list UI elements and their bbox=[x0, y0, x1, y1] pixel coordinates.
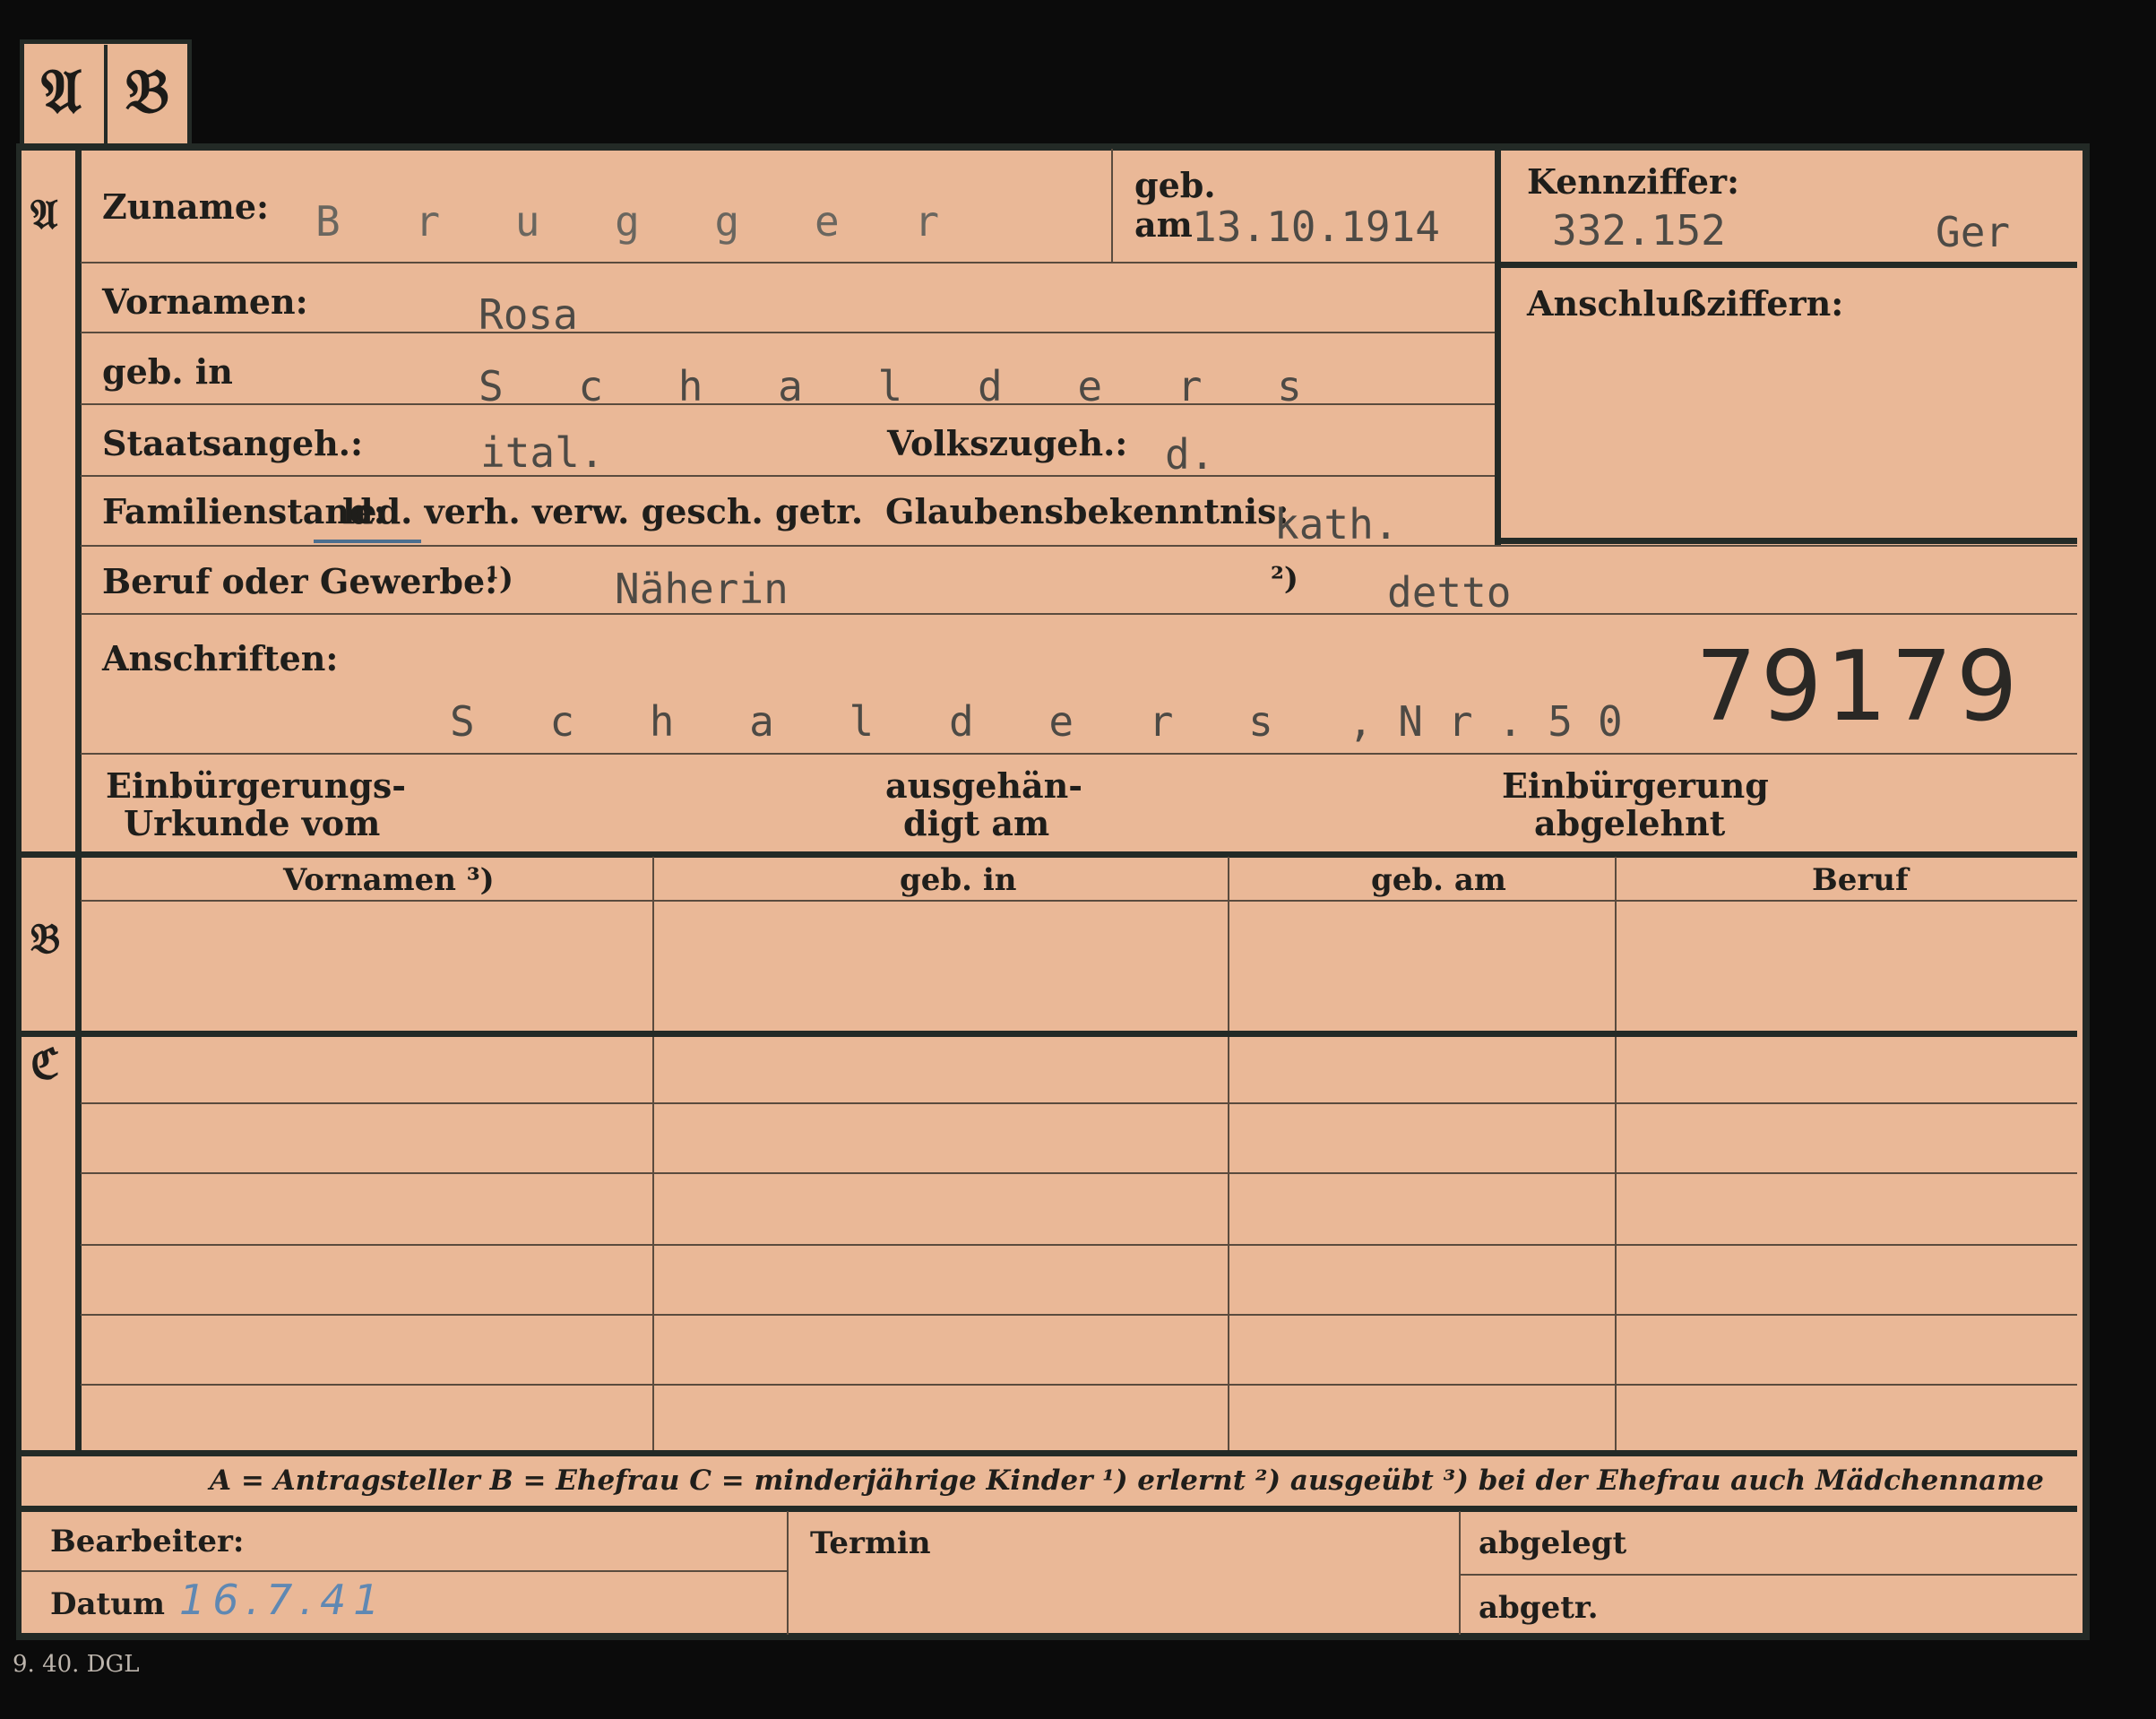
marital-status-underline bbox=[314, 540, 421, 543]
section-letter-a: 𝔄 bbox=[30, 190, 58, 238]
issued-label: ausgehän- bbox=[885, 765, 1083, 806]
occupation-value-learned: Näherin bbox=[615, 565, 789, 613]
section-divider-bc bbox=[22, 1031, 2077, 1037]
religion-value: kath. bbox=[1274, 500, 1399, 549]
first-names-label: Vornamen: bbox=[102, 281, 308, 322]
table-header-occupation: Beruf bbox=[1812, 862, 1909, 898]
row-line bbox=[81, 753, 2077, 755]
row-line bbox=[81, 332, 1495, 333]
ethnicity-value: d. bbox=[1165, 430, 1215, 479]
reference-block-divider bbox=[1495, 149, 1501, 545]
table-column-line bbox=[1615, 857, 1617, 1452]
footer-column-line bbox=[1459, 1511, 1461, 1635]
table-header-birthplace: geb. in bbox=[900, 862, 1017, 898]
section-letter-c: ℭ bbox=[30, 1040, 60, 1088]
footer-row-line bbox=[1459, 1574, 2077, 1576]
margin-divider bbox=[75, 149, 82, 1452]
reference-divider bbox=[1495, 262, 2077, 268]
section-letter-b: 𝔅 bbox=[30, 914, 61, 963]
tab-divider bbox=[104, 45, 108, 145]
child-row-line bbox=[81, 1172, 2077, 1174]
legend-top-line bbox=[22, 1450, 2077, 1456]
clerk-label: Bearbeiter: bbox=[50, 1524, 245, 1559]
ethnicity-label: Volkszugeh.: bbox=[887, 423, 1128, 463]
birth-date-label-am: am bbox=[1134, 204, 1193, 245]
marital-status-options: led. verh. verw. gesch. getr. bbox=[342, 491, 864, 531]
reference-value: 332.152 bbox=[1552, 206, 1726, 255]
footer-row-line bbox=[22, 1570, 787, 1572]
rejected-label-2: abgelehnt bbox=[1534, 803, 1726, 843]
naturalization-label-2: Urkunde vom bbox=[124, 803, 381, 843]
table-header-birth-date: geb. am bbox=[1371, 862, 1506, 898]
row-line bbox=[81, 613, 2077, 615]
naturalization-label: Einbürgerungs- bbox=[106, 765, 407, 806]
forwarded-label: abgetr. bbox=[1479, 1590, 1599, 1626]
date-label: Datum bbox=[50, 1586, 165, 1622]
surname-value: B r u g g e r bbox=[315, 197, 965, 246]
citizenship-value: ital. bbox=[480, 428, 605, 477]
connection-label: Anschlußziffern: bbox=[1527, 283, 1844, 324]
reference-label: Kennziffer: bbox=[1527, 161, 1740, 202]
table-column-line bbox=[1228, 857, 1229, 1452]
rejected-label: Einbürgerung bbox=[1502, 765, 1769, 806]
child-row-line bbox=[81, 1244, 2077, 1246]
table-column-line bbox=[652, 857, 654, 1452]
print-code: 9. 40. DGL bbox=[13, 1651, 140, 1678]
occupation-label: Beruf oder Gewerbe: bbox=[102, 561, 498, 601]
filed-label: abgelegt bbox=[1479, 1525, 1627, 1561]
section-divider-ab bbox=[22, 851, 2077, 858]
row-line bbox=[81, 545, 2077, 547]
child-row-line bbox=[81, 1314, 2077, 1316]
deadline-label: Termin bbox=[810, 1525, 931, 1561]
child-row-line bbox=[81, 1102, 2077, 1104]
occupation-value-practiced: detto bbox=[1387, 568, 1512, 617]
occupation-footnote-1: ¹) bbox=[486, 561, 513, 597]
surname-label: Zuname: bbox=[102, 186, 270, 227]
tab-letter-b: 𝔅 bbox=[125, 56, 170, 127]
birthplace-label: geb. in bbox=[102, 351, 233, 392]
date-value-handwritten: 16.7.41 bbox=[179, 1576, 387, 1624]
occupation-footnote-2: ²) bbox=[1271, 561, 1298, 597]
surname-birth-divider bbox=[1111, 149, 1113, 262]
tab-letter-a: 𝔄 bbox=[41, 56, 82, 127]
citizenship-label: Staatsangeh.: bbox=[102, 423, 364, 463]
address-label: Anschriften: bbox=[102, 638, 339, 678]
legend-bottom-line bbox=[22, 1506, 2077, 1512]
issued-label-2: digt am bbox=[903, 803, 1050, 843]
row-line bbox=[81, 475, 1495, 477]
birth-date-label: geb. bbox=[1134, 165, 1216, 205]
row-line bbox=[81, 262, 1495, 263]
handwritten-number: 79179 bbox=[1695, 631, 2022, 743]
child-row-line bbox=[81, 1384, 2077, 1386]
birth-date-value: 13.10.1914 bbox=[1192, 203, 1440, 251]
reference-block-bottom bbox=[1495, 538, 2077, 544]
birthplace-value: S c h a l d e r s bbox=[479, 362, 1327, 410]
table-header-line bbox=[81, 900, 2077, 902]
legend-text: A = Antragsteller B = Ehefrau C = minder… bbox=[210, 1464, 2044, 1497]
table-header-first-names: Vornamen ³) bbox=[283, 862, 495, 898]
religion-label: Glaubensbekenntnis: bbox=[885, 491, 1289, 531]
reference-suffix: Ger bbox=[1936, 208, 2011, 256]
footer-column-line bbox=[787, 1511, 789, 1635]
first-names-value: Rosa bbox=[479, 290, 578, 339]
address-value: S c h a l d e r s ,Nr.50 bbox=[450, 697, 1648, 746]
